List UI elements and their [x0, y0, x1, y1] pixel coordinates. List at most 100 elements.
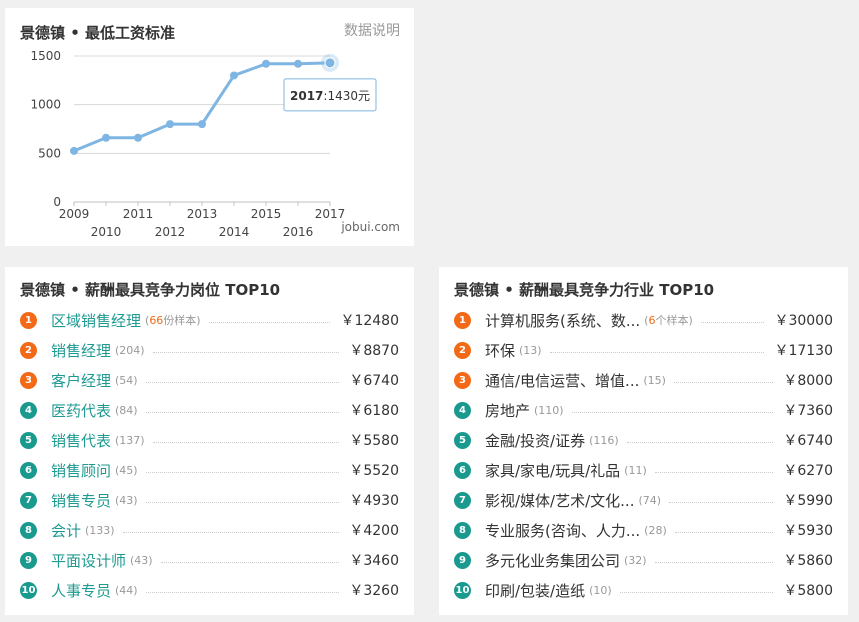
salary-value: ￥12480: [340, 313, 399, 329]
industry-row[interactable]: 5 金融/投资/证券 (116) ￥6740: [454, 425, 833, 455]
dotted-leader: [152, 351, 340, 353]
rank-badge: 3: [454, 371, 471, 389]
data-point: [198, 120, 206, 129]
job-row[interactable]: 2 销售经理 (204) ￥8870: [20, 335, 399, 365]
industry-name: 环保: [485, 341, 516, 360]
job-name[interactable]: 销售专员: [51, 490, 111, 511]
dotted-leader: [160, 561, 340, 563]
dotted-leader: [669, 501, 774, 503]
job-name[interactable]: 销售顾问: [51, 460, 111, 481]
source-label: jobui.com: [341, 220, 400, 234]
salary-value: ￥8000: [783, 373, 833, 389]
rank-badge: 4: [454, 401, 471, 419]
job-row[interactable]: 7 销售专员 (43) ￥4930: [20, 485, 399, 515]
job-row[interactable]: 5 销售代表 (137) ￥5580: [20, 425, 399, 455]
industry-name: 通信/电信运营、增值...: [485, 371, 640, 390]
top-jobs-title: 景德镇 • 薪酬最具竞争力岗位 TOP10: [20, 281, 281, 299]
dotted-leader: [654, 561, 774, 563]
salary-value: ￥3260: [349, 583, 399, 599]
industry-row[interactable]: 7 影视/媒体/艺术/文化... (74) ￥5990: [454, 485, 833, 515]
industry-name: 房地产: [485, 401, 531, 420]
dotted-leader: [619, 591, 774, 593]
sample-count: (6个样本): [644, 314, 693, 327]
dotted-leader: [700, 321, 765, 323]
rank-badge: 1: [454, 311, 471, 329]
job-row[interactable]: 8 会计 (133) ￥4200: [20, 515, 399, 545]
sample-count: (84): [115, 403, 138, 417]
industry-name: 印刷/包装/造纸: [485, 581, 586, 600]
job-name[interactable]: 销售经理: [51, 340, 111, 361]
industry-name: 影视/媒体/艺术/文化...: [485, 491, 635, 510]
salary-value: ￥4930: [349, 493, 399, 509]
x-tick-label: 2010: [91, 225, 122, 239]
salary-value: ￥6270: [783, 463, 833, 479]
rank-badge: 9: [20, 551, 37, 569]
sample-count: (204): [115, 343, 145, 357]
job-row[interactable]: 10 人事专员 (44) ￥3260: [20, 575, 399, 605]
job-name[interactable]: 销售代表: [51, 430, 111, 451]
job-name[interactable]: 平面设计师: [51, 550, 126, 571]
salary-value: ￥5860: [783, 553, 833, 569]
job-row[interactable]: 9 平面设计师 (43) ￥3460: [20, 545, 399, 575]
sample-count: (13): [519, 343, 542, 357]
salary-value: ￥6740: [783, 433, 833, 449]
industry-row[interactable]: 6 家具/家电/玩具/礼品 (11) ￥6270: [454, 455, 833, 485]
salary-value: ￥4200: [349, 523, 399, 539]
salary-value: ￥6180: [349, 403, 399, 419]
sample-count: (11): [624, 463, 647, 477]
industry-row[interactable]: 10 印刷/包装/造纸 (10) ￥5800: [454, 575, 833, 605]
salary-value: ￥7360: [783, 403, 833, 419]
x-tick-label: 2012: [155, 225, 186, 239]
sample-count: (116): [589, 433, 619, 447]
rank-badge: 8: [20, 521, 37, 539]
salary-value: ￥5580: [349, 433, 399, 449]
job-name[interactable]: 医药代表: [51, 400, 111, 421]
x-tick-label: 2017: [315, 207, 346, 221]
dotted-leader: [145, 501, 340, 503]
salary-value: ￥8870: [349, 343, 399, 359]
sample-count: (133): [85, 523, 115, 537]
sample-count: (110): [534, 403, 564, 417]
sample-count: (74): [638, 493, 662, 507]
rank-badge: 3: [20, 371, 37, 389]
job-name[interactable]: 会计: [51, 520, 81, 541]
industry-row[interactable]: 2 环保 (13) ￥17130: [454, 335, 833, 365]
rank-badge: 6: [20, 461, 37, 479]
job-name[interactable]: 区域销售经理: [51, 310, 141, 331]
top-industries-panel: 景德镇 • 薪酬最具竞争力行业 TOP10 1 计算机服务(系统、数... (6个样…: [439, 267, 848, 615]
industry-row[interactable]: 8 专业服务(咨询、人力... (28) ￥5930: [454, 515, 833, 545]
data-point: [102, 133, 110, 142]
industry-row[interactable]: 9 多元化业务集团公司 (32) ￥5860: [454, 545, 833, 575]
dotted-leader: [571, 411, 774, 413]
industry-name: 多元化业务集团公司: [485, 551, 621, 570]
tooltip-text: 2017:1430元: [290, 89, 370, 103]
job-name[interactable]: 人事专员: [51, 580, 111, 601]
dotted-leader: [122, 531, 340, 533]
sample-count: (28): [644, 523, 667, 537]
dotted-leader: [208, 321, 331, 323]
industry-row[interactable]: 3 通信/电信运营、增值... (15) ￥8000: [454, 365, 833, 395]
job-row[interactable]: 6 销售顾问 (45) ￥5520: [20, 455, 399, 485]
dotted-leader: [673, 381, 774, 383]
industry-row[interactable]: 4 房地产 (110) ￥7360: [454, 395, 833, 425]
rank-badge: 6: [454, 461, 471, 479]
sample-count: (15): [643, 373, 666, 387]
sample-count: (43): [115, 493, 138, 507]
industry-name: 专业服务(咨询、人力...: [485, 521, 641, 540]
job-row[interactable]: 3 客户经理 (54) ￥6740: [20, 365, 399, 395]
rank-badge: 7: [20, 491, 37, 509]
job-row[interactable]: 1 区域销售经理 (66份样本) ￥12480: [20, 305, 399, 335]
job-name[interactable]: 客户经理: [51, 370, 111, 391]
data-point: [230, 71, 238, 80]
sample-count: (43): [130, 553, 153, 567]
industry-row[interactable]: 1 计算机服务(系统、数... (6个样本) ￥30000: [454, 305, 833, 335]
data-point: [166, 120, 174, 129]
dotted-leader: [626, 441, 774, 443]
industry-name: 金融/投资/证券: [485, 431, 586, 450]
y-tick-label: 500: [38, 146, 61, 160]
top-industries-title: 景德镇 • 薪酬最具竞争力行业 TOP10: [454, 281, 715, 299]
job-row[interactable]: 4 医药代表 (84) ￥6180: [20, 395, 399, 425]
rank-badge: 9: [454, 551, 471, 569]
top-jobs-panel: 景德镇 • 薪酬最具竞争力岗位 TOP10 1 区域销售经理 (66份样本) ￥124…: [5, 267, 414, 615]
data-point: [262, 59, 270, 68]
